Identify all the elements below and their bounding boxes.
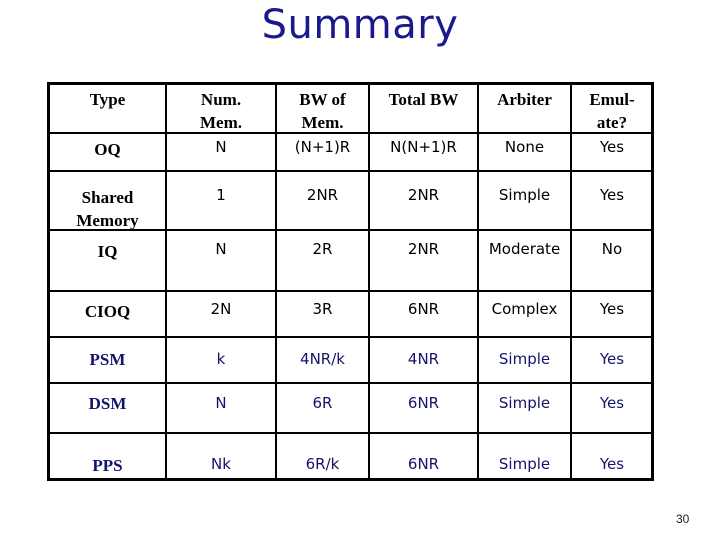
row-divider	[47, 382, 654, 384]
cell-num-mem: 2N	[210, 300, 232, 318]
cell-num-mem: Nk	[211, 455, 231, 473]
row-divider	[47, 290, 654, 292]
header-text: Mem.	[199, 113, 242, 132]
cell-arbiter: Simple	[498, 350, 551, 368]
cell-num-mem: k	[216, 350, 226, 368]
cell-emulate: Yes	[599, 138, 625, 156]
cell-arbiter: Simple	[498, 394, 551, 412]
row-type-line: Memory	[76, 211, 139, 230]
cell-total-bw: 2NR	[407, 240, 440, 258]
cell-bw-mem: (N+1)R	[294, 138, 351, 156]
page-number: 30	[676, 512, 690, 526]
cell-arbiter: Simple	[498, 186, 551, 204]
header-bw-of-mem: BW of Mem.	[277, 88, 368, 134]
cell-total-bw: 6NR	[407, 394, 440, 412]
header-text: Emul-	[589, 90, 635, 109]
header-emulate: Emul- ate?	[572, 88, 652, 134]
row-type: Shared Memory	[50, 186, 165, 232]
cell-num-mem: N	[215, 240, 227, 258]
header-total-bw: Total BW	[370, 88, 477, 111]
header-text: BW of	[299, 90, 346, 109]
cell-arbiter: None	[504, 138, 545, 156]
cell-total-bw: 2NR	[407, 186, 440, 204]
cell-total-bw: 6NR	[407, 300, 440, 318]
header-text: Arbiter	[497, 90, 552, 109]
cell-emulate: Yes	[599, 455, 625, 473]
header-text: Total BW	[388, 90, 459, 109]
cell-arbiter: Complex	[491, 300, 558, 318]
cell-total-bw: 6NR	[407, 455, 440, 473]
header-arbiter: Arbiter	[479, 88, 570, 111]
row-type: DSM	[88, 394, 127, 413]
cell-emulate: Yes	[599, 394, 625, 412]
header-text: Type	[89, 90, 126, 109]
cell-num-mem: N	[215, 394, 227, 412]
cell-emulate: Yes	[599, 350, 625, 368]
header-type: Type	[50, 88, 165, 111]
cell-num-mem: N	[215, 138, 227, 156]
cell-bw-mem: 2NR	[306, 186, 339, 204]
row-type: CIOQ	[84, 302, 131, 321]
cell-bw-mem: 6R/k	[305, 455, 340, 473]
row-type: PSM	[89, 350, 126, 369]
cell-emulate: No	[601, 240, 623, 258]
header-num-mem: Num. Mem.	[167, 88, 275, 134]
header-text: ate?	[596, 113, 628, 132]
cell-total-bw: N(N+1)R	[390, 138, 457, 156]
cell-arbiter: Moderate	[488, 240, 561, 258]
cell-total-bw: 4NR	[407, 350, 440, 368]
cell-num-mem: 1	[216, 186, 226, 204]
row-divider	[47, 170, 654, 172]
cell-bw-mem: 3R	[312, 300, 333, 318]
cell-emulate: Yes	[599, 300, 625, 318]
row-type: IQ	[97, 242, 118, 261]
row-divider	[47, 432, 654, 434]
header-text: Mem.	[301, 113, 344, 132]
cell-emulate: Yes	[599, 186, 625, 204]
cell-bw-mem: 2R	[312, 240, 333, 258]
row-type: OQ	[94, 140, 121, 159]
cell-bw-mem: 6R	[312, 394, 333, 412]
row-divider	[47, 336, 654, 338]
row-type-line: Shared	[81, 188, 134, 207]
cell-bw-mem: 4NR/k	[300, 350, 345, 368]
header-text: Num.	[200, 90, 242, 109]
cell-arbiter: Simple	[498, 455, 551, 473]
slide-title: Summary	[261, 2, 459, 48]
row-type: PPS	[92, 456, 123, 475]
